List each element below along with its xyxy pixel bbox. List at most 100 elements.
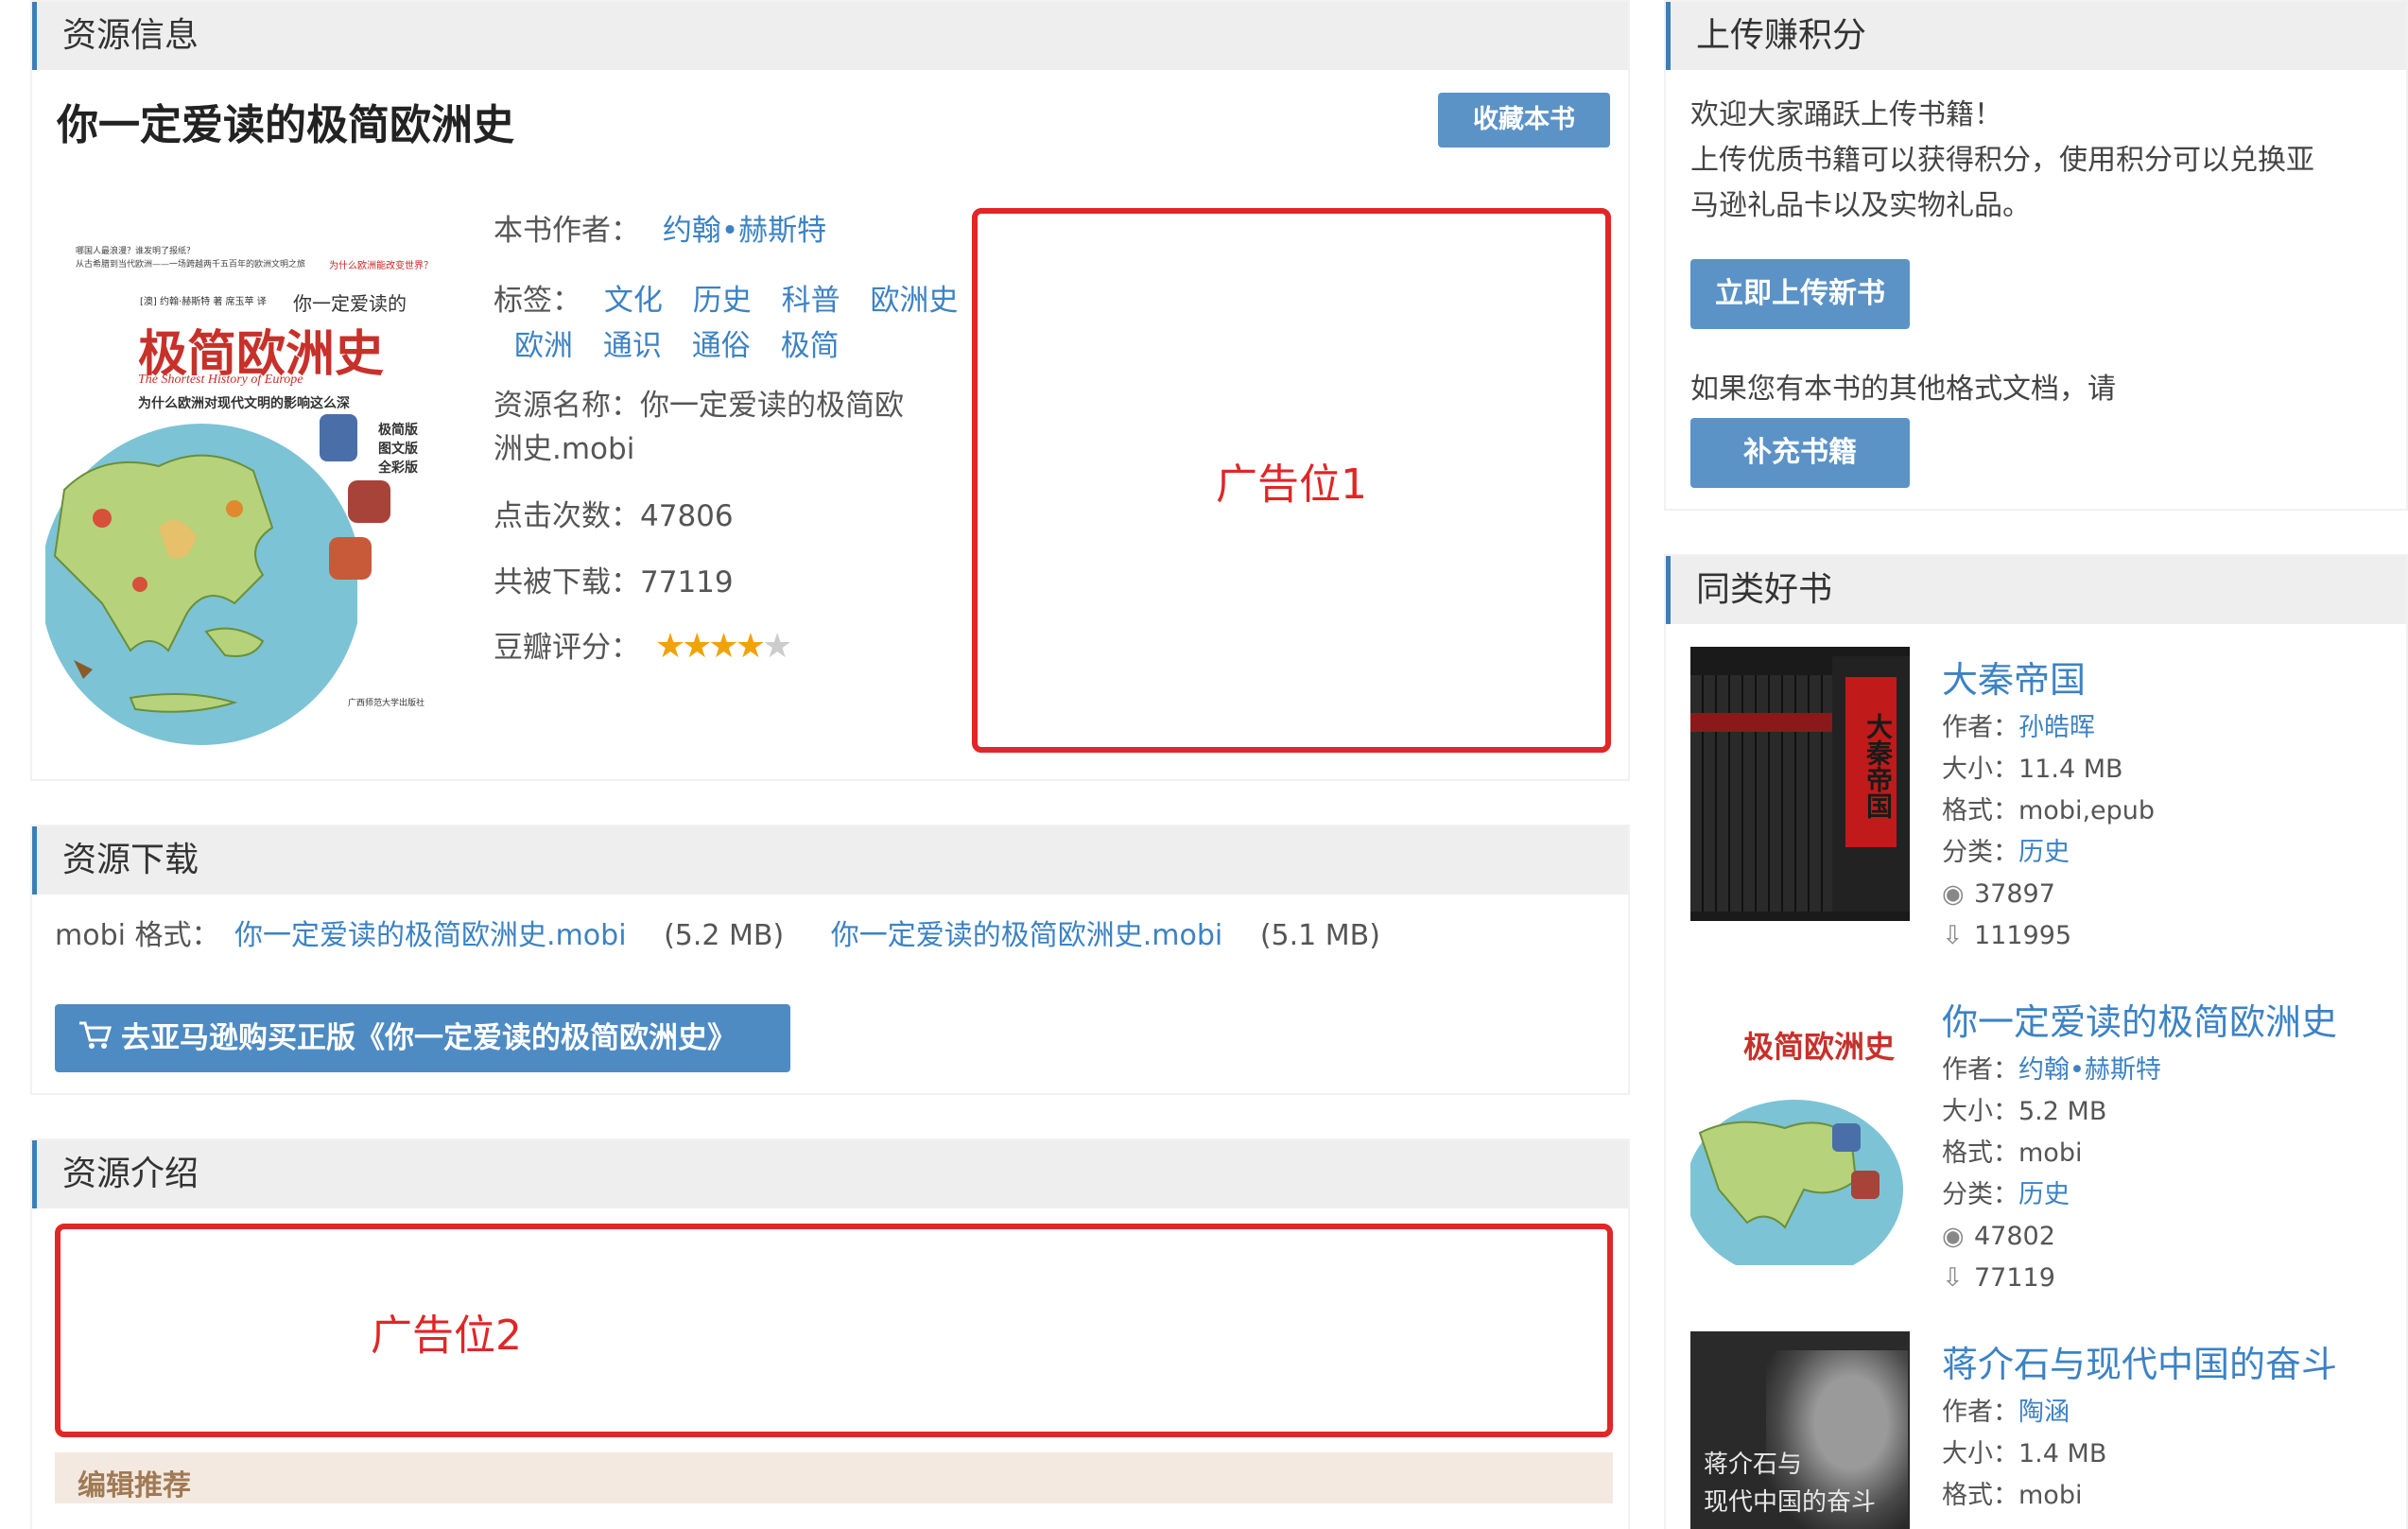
similar-book-1-format: mobi,epub: [2018, 796, 2156, 825]
ad-slot-1[interactable]: 广告位1: [972, 208, 1611, 753]
cover-europe-map: [1690, 1100, 1903, 1265]
cover-daqin-spines: [1690, 675, 1842, 912]
cover-subtitle-small: 你一定爱读的: [293, 292, 407, 315]
author-link[interactable]: 约翰•赫斯特: [663, 214, 826, 248]
upload-header-label: 上传赚积分: [1696, 16, 1867, 55]
author-label: 本书作者：: [494, 214, 640, 248]
resource-info-header-label: 资源信息: [62, 16, 199, 55]
upload-header: 上传赚积分: [1666, 2, 2406, 70]
cover-side-note-2: 图文版: [378, 442, 418, 457]
similar-book-1-size: 11.4 MB: [2018, 755, 2123, 784]
eye-icon: ◉: [1942, 1222, 1965, 1251]
similar-book-1-category[interactable]: 历史: [2018, 838, 2070, 867]
intro-header: 资源介绍: [32, 1140, 1628, 1208]
cover-top-text-2: 从古希腊到当代欧洲——一场跨越两千五百年的欧洲文明之旅: [76, 260, 306, 269]
similar-book-2-author[interactable]: 约翰•赫斯特: [2018, 1055, 2161, 1085]
meta-format-label: 格式：: [1942, 796, 2018, 825]
book-cover-image: 哪国人最浪漫？谁发明了报纸？ 从古希腊到当代欧洲——一场跨越两千五百年的欧洲文明…: [45, 235, 452, 745]
cover-tagline: 为什么欧洲对现代文明的影响这么深: [138, 396, 350, 411]
cover-side-note-1: 极简版: [378, 423, 418, 438]
supplement-book-button[interactable]: 补充书籍: [1690, 418, 1910, 488]
tag-general[interactable]: 通识: [603, 329, 662, 363]
meta-format-label: 格式：: [1942, 1481, 2018, 1510]
buy-on-amazon-label: 去亚马逊购买正版《你一定爱读的极简欧洲史》: [121, 1021, 736, 1055]
intro-header-label: 资源介绍: [62, 1155, 199, 1193]
resource-name-line1: 你一定爱读的极简欧: [640, 389, 904, 423]
tags-row: 标签： 文化 历史 科普 欧洲史 欧洲 通识 通俗 极简: [494, 278, 966, 369]
meta-category-label: 分类：: [1942, 838, 2018, 867]
similar-book-2-meta: 作者：约翰•赫斯特 大小：5.2 MB 格式：mobi 分类：历史 ◉ 47802…: [1942, 1050, 2161, 1299]
download-header: 资源下载: [32, 826, 1628, 895]
rating-row: 豆瓣评分： ★★★★★: [494, 627, 792, 667]
download-icon: ⇩: [1942, 921, 1964, 950]
similar-book-2-size: 5.2 MB: [2018, 1097, 2107, 1126]
cart-icon: [78, 1006, 113, 1074]
similar-book-1-author[interactable]: 孙皓晖: [2018, 713, 2095, 742]
resource-info-panel: 资源信息 你一定爱读的极简欧洲史 收藏本书 哪国人最浪漫？谁发明了报纸？ 从古希…: [30, 0, 1630, 781]
tag-europe[interactable]: 欧洲: [514, 329, 573, 363]
tag-culture[interactable]: 文化: [604, 284, 663, 318]
similar-book-1-downloads: 111995: [1974, 921, 2072, 950]
similar-book-1-title[interactable]: 大秦帝国: [1942, 651, 2086, 703]
upload-text: 欢迎大家踊跃上传书籍！ 上传优质书籍可以获得积分，使用积分可以兑换亚 马逊礼品卡…: [1690, 93, 2314, 229]
book-cover-chiang[interactable]: 蒋介石与 现代中国的奋斗: [1690, 1331, 1910, 1529]
similar-book-3-size: 1.4 MB: [2018, 1439, 2107, 1468]
tags-label: 标签：: [494, 284, 581, 318]
meta-size-label: 大小：: [1942, 755, 2018, 784]
ad-slot-1-label: 广告位1: [1216, 460, 1367, 509]
meta-size-label: 大小：: [1942, 1439, 2018, 1468]
resource-name-label: 资源名称：: [494, 389, 640, 423]
ad-slot-2[interactable]: 广告位2: [55, 1224, 1613, 1437]
download-link-2[interactable]: 你一定爱读的极简欧洲史.mobi: [831, 919, 1223, 952]
meta-author-label: 作者：: [1942, 1055, 2018, 1085]
editor-pick-bar: 编辑推荐: [55, 1452, 1613, 1503]
tag-science[interactable]: 科普: [782, 284, 840, 318]
tag-popular[interactable]: 通俗: [692, 329, 751, 363]
tag-history[interactable]: 历史: [693, 284, 752, 318]
download-panel: 资源下载 mobi 格式： 你一定爱读的极简欧洲史.mobi (5.2 MB) …: [30, 825, 1630, 1095]
download-link-1[interactable]: 你一定爱读的极简欧洲史.mobi: [234, 919, 627, 952]
similar-book-3-title[interactable]: 蒋介石与现代中国的奋斗: [1942, 1335, 2337, 1387]
star-icon: ★: [735, 627, 766, 666]
tag-minimal[interactable]: 极简: [781, 329, 840, 363]
downloads-label: 共被下载：: [494, 565, 640, 599]
similar-books-header: 同类好书: [1666, 556, 2406, 624]
meta-author-label: 作者：: [1942, 1398, 2018, 1427]
eye-icon: ◉: [1942, 879, 1965, 909]
similar-book-2-title[interactable]: 你一定爱读的极简欧洲史: [1942, 993, 2337, 1045]
clicks-row: 点击次数：47806: [494, 497, 734, 535]
buy-on-amazon-button[interactable]: 去亚马逊购买正版《你一定爱读的极简欧洲史》: [55, 1004, 790, 1072]
download-files-row: mobi 格式： 你一定爱读的极简欧洲史.mobi (5.2 MB) 你一定爱读…: [55, 917, 1380, 955]
upload-new-book-button[interactable]: 立即上传新书: [1690, 259, 1910, 329]
cover-top-red: 为什么欧洲能改变世界？: [329, 261, 433, 271]
similar-book-1-meta: 作者：孙皓晖 大小：11.4 MB 格式：mobi,epub 分类：历史 ◉ 37…: [1942, 707, 2155, 957]
intro-panel: 资源介绍 广告位2 编辑推荐: [30, 1138, 1630, 1529]
cover-top-text-1: 哪国人最浪漫？谁发明了报纸？: [76, 247, 196, 256]
star-icon: ★: [708, 627, 738, 666]
upload-text-line3: 马逊礼品卡以及实物礼品。: [1690, 189, 2031, 222]
format-label: mobi 格式：: [55, 919, 220, 952]
cover-english-title: The Shortest History of Europe: [138, 373, 303, 387]
meta-author-label: 作者：: [1942, 713, 2018, 742]
collect-book-button[interactable]: 收藏本书: [1438, 93, 1610, 148]
similar-book-2-category[interactable]: 历史: [2018, 1180, 2070, 1209]
similar-book-3-format: mobi: [2018, 1481, 2083, 1510]
similar-book-3-author[interactable]: 陶涵: [2018, 1398, 2070, 1427]
editor-pick-label: 编辑推荐: [78, 1469, 191, 1503]
book-cover-daqin[interactable]: 大秦帝国: [1690, 647, 1910, 921]
cover-daqin-front: 大秦帝国: [1832, 656, 1910, 912]
cover-europe-title: 极简欧洲史: [1743, 1029, 1896, 1065]
rating-label: 豆瓣评分：: [494, 631, 640, 665]
book-title: 你一定爱读的极简欧洲史: [57, 101, 514, 149]
tag-european-history[interactable]: 欧洲史: [870, 284, 958, 318]
downloads-row: 共被下载：77119: [494, 564, 734, 601]
other-format-text: 如果您有本书的其他格式文档，请: [1690, 373, 2116, 406]
book-cover-europe[interactable]: 极简欧洲史: [1690, 991, 1910, 1265]
cover-chiang-text-2: 现代中国的奋斗: [1704, 1488, 1877, 1517]
star-icon: ★: [761, 627, 792, 666]
upload-text-line1: 欢迎大家踊跃上传书籍！: [1690, 98, 2002, 131]
meta-size-label: 大小：: [1942, 1097, 2018, 1126]
cover-daqin-red-band: [1690, 713, 1842, 732]
star-icon: ★: [654, 627, 685, 666]
resource-name-line2: 洲史.mobi: [494, 432, 635, 466]
